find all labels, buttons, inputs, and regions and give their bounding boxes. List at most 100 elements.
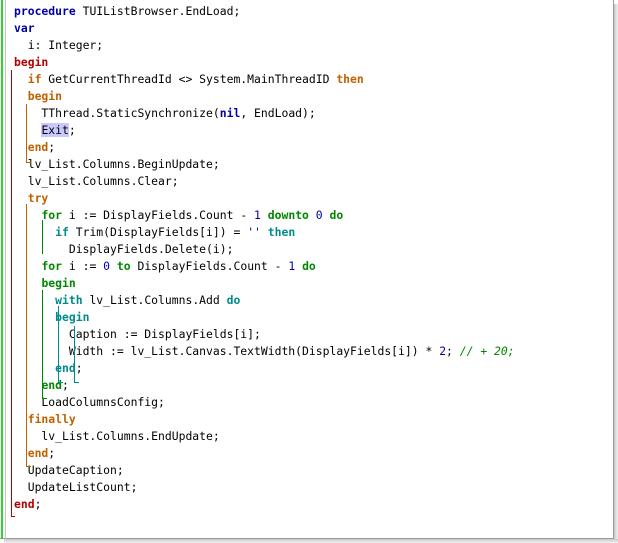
code-keyword: for [41,259,63,273]
code-keyword: to [116,259,131,273]
code-line[interactable]: DisplayFields.Delete(i); [14,241,234,258]
code-keyword: begin [27,89,63,103]
code-line[interactable]: lv_List.Columns.Clear; [14,173,179,190]
structure-guide [11,70,12,516]
code-line[interactable]: lv_List.Columns.BeginUpdate; [14,156,220,173]
code-line[interactable]: procedure TUIListBrowser.EndLoad; [14,3,240,20]
code-line[interactable]: Width := lv_List.Canvas.TextWidth(Displa… [14,343,515,360]
code-line[interactable]: with lv_List.Columns.Add do [14,292,240,309]
code-token: UpdateListCount; [14,480,138,494]
code-line[interactable]: end; [14,360,83,377]
code-token: GetCurrentThreadId <> System.MainThreadI… [41,72,337,86]
code-line[interactable]: if GetCurrentThreadId <> System.MainThre… [14,71,364,88]
code-keyword: begin [55,310,90,324]
code-line[interactable]: for i := DisplayFields.Count - 1 downto … [14,207,343,224]
code-token: i := DisplayFields.Count - [62,208,255,222]
change-bar [1,0,3,539]
structure-guide [74,326,75,382]
code-token: ; [34,497,42,511]
structure-guide-hook [26,466,31,467]
code-keyword: for [41,208,63,222]
structure-guide-hook [42,398,47,399]
code-token: Caption := DisplayFields[i]; [14,327,261,341]
code-keyword: do [226,293,241,307]
code-line[interactable]: UpdateCaption; [14,462,124,479]
code-token: ; [75,361,83,375]
code-keyword: with [55,293,83,307]
code-keyword: do [302,259,316,273]
code-token: ; [68,123,76,137]
code-token: lv_List.Columns.BeginUpdate; [14,157,220,171]
code-token: DisplayFields.Delete(i); [14,242,234,256]
structure-guide [26,204,27,466]
code-line[interactable]: end; [14,445,55,462]
code-line[interactable]: begin [14,54,48,71]
code-line[interactable]: i: Integer; [14,37,103,54]
code-token: TUIListBrowser.EndLoad; [75,4,241,18]
structure-guide [26,104,27,162]
code-line[interactable]: Caption := DisplayFields[i]; [14,326,261,343]
code-keyword: then [267,225,296,239]
code-token: // + 20; [459,344,515,358]
code-line[interactable]: Exit; [14,122,76,139]
structure-guide [42,220,43,254]
code-line[interactable]: if Trim(DisplayFields[i]) = '' then [14,224,295,241]
code-keyword: downto [267,208,309,222]
code-token: ; [62,378,69,392]
frame-shadow-bottom [4,539,618,543]
code-line[interactable]: finally [14,411,76,428]
code-keyword: end [27,446,49,460]
gutter-divider [5,0,6,539]
code-keyword: begin [41,276,76,290]
code-token: i := [62,259,104,273]
code-token: lv_List.Columns.Add [82,293,227,307]
code-keyword: finally [27,412,76,426]
code-line[interactable]: end; [14,496,41,513]
code-keyword: if [55,225,69,239]
code-token: lv_List.Columns.EndUpdate; [14,429,220,443]
code-line[interactable]: lv_List.Columns.EndUpdate; [14,428,220,445]
code-token: i: Integer; [14,38,104,52]
code-editor-frame: procedure TUIListBrowser.EndLoad; var i: … [0,0,614,539]
code-keyword: nil [219,106,241,120]
structure-guide-hook [26,162,31,163]
code-token: 0 [103,259,111,273]
code-keyword: do [329,208,344,222]
code-token: 1 [254,208,261,222]
code-keyword: var [14,21,35,35]
code-line[interactable]: end; [14,139,55,156]
code-keyword: end [14,497,35,511]
structure-guide [42,290,43,398]
code-keyword: begin [14,55,49,69]
highlighted-token: Exit [41,123,69,137]
code-keyword: end [27,140,49,154]
code-line[interactable]: var [14,20,35,37]
code-area[interactable]: procedure TUIListBrowser.EndLoad; var i: … [8,0,612,539]
code-line[interactable]: begin [14,275,76,292]
code-line[interactable]: LoadColumnsConfig; [14,394,164,411]
code-line[interactable]: begin [14,88,62,105]
code-token: ; [446,344,460,358]
code-token: TThread.StaticSynchronize( [14,106,220,120]
code-token: ; [48,446,56,460]
code-line[interactable]: UpdateListCount; [14,479,138,496]
code-token: '' [247,225,261,239]
code-token: 0 [315,208,323,222]
code-line[interactable]: try [14,190,49,207]
code-line[interactable]: TThread.StaticSynchronize(nil, EndLoad); [14,105,315,122]
code-line[interactable]: for i := 0 to DisplayFields.Count - 1 do [14,258,316,275]
